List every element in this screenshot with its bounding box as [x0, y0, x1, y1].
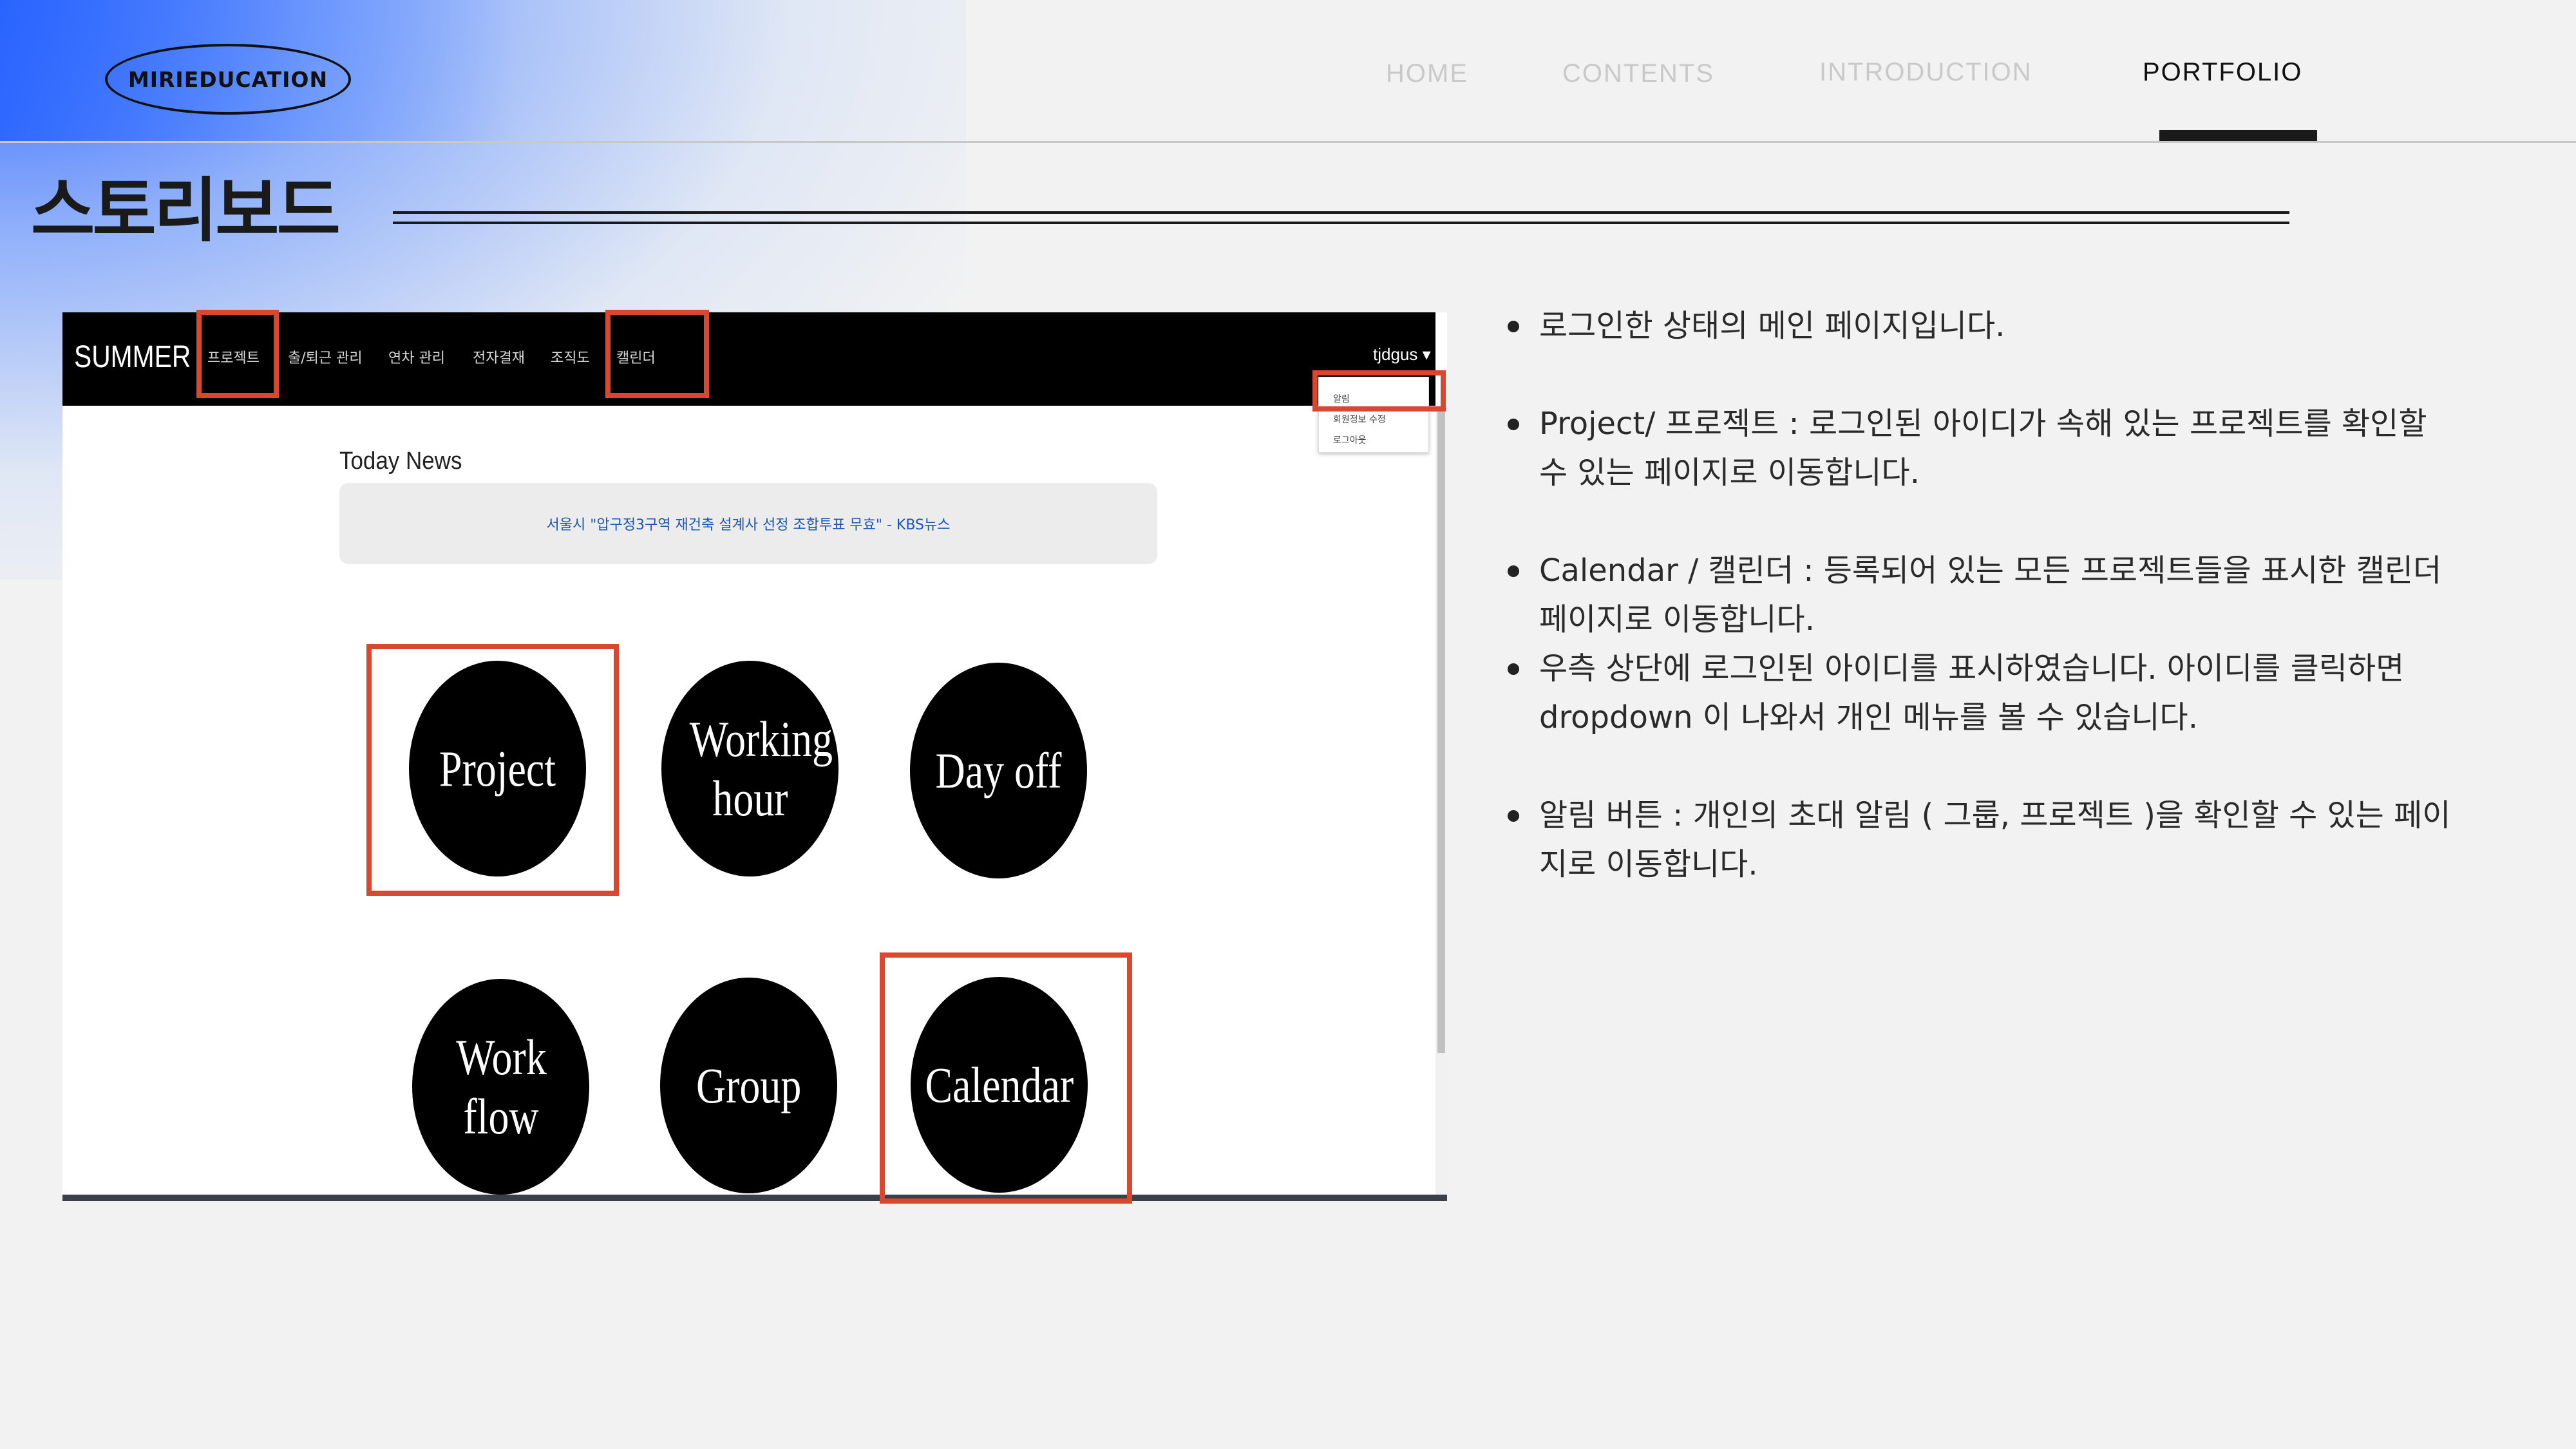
nav-introduction[interactable]: INTRODUCTION [1819, 58, 2032, 87]
news-heading: Today News [339, 448, 462, 475]
title-rule-bottom [393, 222, 2289, 224]
nav-portfolio[interactable]: PORTFOLIO [2143, 58, 2302, 87]
dropdown-item-logout[interactable]: 로그아웃 [1319, 430, 1428, 451]
header-divider [0, 141, 2576, 143]
description-item: 우측 상단에 로그인된 아이디를 표시하였습니다. 아이디를 클릭하면 drop… [1504, 644, 2457, 742]
highlight-project-menu [196, 310, 279, 398]
description-item: 알림 버튼 : 개인의 초대 알림 ( 그룹, 프로젝트 )을 확인할 수 있는… [1504, 791, 2457, 889]
circle-button-day-off[interactable]: Day off [910, 663, 1087, 878]
app-brand[interactable]: SUMMER [74, 339, 191, 375]
circle-label: Working hour [689, 710, 833, 826]
circle-label: Day off [935, 742, 1062, 799]
description-item: Project/ 프로젝트 : 로그인된 아이디가 속해 있는 프로젝트를 확인… [1504, 399, 2457, 497]
nav-contents[interactable]: CONTENTS [1562, 59, 1714, 88]
app-menu-org-chart[interactable]: 조직도 [551, 346, 590, 367]
taskbar-strip [62, 1195, 1447, 1201]
description-list: 로그인한 상태의 메인 페이지입니다. Project/ 프로젝트 : 로그인된… [1504, 301, 2457, 889]
news-link[interactable]: 서울시 "압구정3구역 재건축 설계사 선정 조합투표 무효" - KBS뉴스 [547, 513, 951, 534]
nav-home[interactable]: HOME [1386, 59, 1468, 88]
news-box: 서울시 "압구정3구역 재건축 설계사 선정 조합투표 무효" - KBS뉴스 [339, 483, 1157, 564]
highlight-calendar-menu [605, 310, 709, 398]
page-title: 스토리보드 [31, 171, 341, 251]
app-menu-attendance[interactable]: 출/퇴근 관리 [288, 346, 363, 367]
dropdown-item-edit-profile[interactable]: 회원정보 수정 [1319, 410, 1428, 430]
description-item: Calendar / 캘린더 : 등록되어 있는 모든 프로젝트들을 표시한 캘… [1504, 546, 2457, 644]
highlight-notification-item [1312, 370, 1446, 412]
circle-button-workflow[interactable]: Work flow [412, 979, 589, 1195]
user-dropdown-toggle[interactable]: tjdgus ▾ [1373, 345, 1431, 365]
highlight-calendar-circle [880, 952, 1132, 1204]
title-rule-top [393, 211, 2289, 214]
circle-label: Group [696, 1057, 802, 1113]
top-nav: HOME CONTENTS INTRODUCTION PORTFOLIO [0, 57, 2576, 95]
circle-button-group[interactable]: Group [660, 978, 837, 1193]
description-item: 로그인한 상태의 메인 페이지입니다. [1504, 301, 2457, 350]
app-menu-approval[interactable]: 전자결재 [473, 346, 525, 367]
circle-label: Work flow [455, 1028, 547, 1144]
circle-button-working-hour[interactable]: Working hour [661, 661, 838, 876]
highlight-project-circle [366, 644, 619, 896]
app-menu-dayoff[interactable]: 연차 관리 [388, 346, 445, 367]
app-screenshot: SUMMER 프로젝트 출/퇴근 관리 연차 관리 전자결재 조직도 캘린더 t… [62, 312, 1447, 1201]
scrollbar-thumb[interactable] [1437, 409, 1445, 1053]
